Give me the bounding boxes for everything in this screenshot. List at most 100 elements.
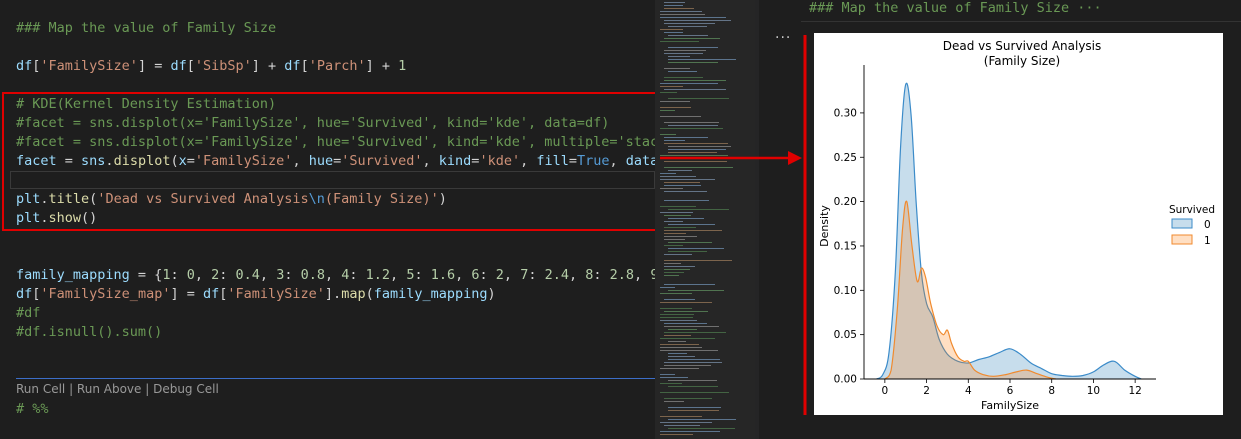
code-line[interactable]: # %% — [16, 400, 49, 419]
minimap-line — [660, 92, 677, 93]
minimap-line — [664, 221, 683, 222]
code-token: #df.isnull().sum() — [16, 324, 163, 340]
x-tick-label: 0 — [882, 385, 889, 397]
code-token: : — [528, 267, 545, 283]
minimap-line — [668, 242, 712, 243]
minimap-line — [668, 56, 690, 57]
code-token: 2 — [495, 267, 504, 283]
y-tick-label: 0.20 — [834, 196, 857, 208]
minimap-line — [660, 173, 676, 174]
minimap-line — [660, 344, 699, 345]
code-token: ) — [487, 286, 496, 302]
codelens-cell-actions[interactable]: Run Cell | Run Above | Debug Cell — [16, 381, 219, 397]
minimap-line — [664, 32, 683, 33]
minimap-line — [660, 434, 693, 435]
y-tick-label: 0.05 — [834, 329, 857, 341]
minimap-line — [668, 209, 729, 210]
code-token: [ — [300, 58, 309, 74]
legend-label-1: 1 — [1204, 235, 1211, 247]
code-token: [ — [186, 58, 195, 74]
x-tick-label: 12 — [1128, 385, 1141, 397]
output-divider — [801, 21, 1241, 22]
code-token: : — [479, 267, 496, 283]
code-line[interactable]: family_mapping = {1: 0, 2: 0.4, 3: 0.8, … — [16, 266, 655, 285]
minimap-line — [664, 5, 683, 6]
minimap-line — [660, 188, 683, 189]
minimap-line — [660, 416, 702, 417]
code-token: ] + — [251, 58, 285, 74]
minimap-line — [668, 218, 704, 219]
minimap-line — [660, 110, 675, 111]
code-token: ]. — [324, 286, 342, 302]
minimap-line — [664, 80, 726, 81]
minimap-line — [668, 359, 720, 360]
minimap-line — [660, 116, 701, 117]
minimap-line — [664, 260, 732, 261]
minimap-line — [664, 272, 684, 273]
legend: Survived 0 1 — [1169, 204, 1215, 247]
code-token: 'Parch' — [308, 58, 366, 74]
minimap-line — [664, 299, 695, 300]
x-tick-label: 8 — [1048, 385, 1055, 397]
code-token: ] + — [365, 58, 399, 74]
minimap-line — [668, 62, 718, 63]
code-token: family_mapping — [373, 286, 488, 302]
code-token: 1.2 — [365, 267, 391, 283]
code-line[interactable]: df['FamilySize_map'] = df['FamilySize'].… — [16, 285, 496, 304]
code-token: 'FamilySize' — [40, 58, 138, 74]
code-token: : — [284, 267, 301, 283]
y-axis-label: Density — [818, 205, 831, 247]
code-token: : — [349, 267, 366, 283]
minimap-line — [660, 176, 696, 177]
output-cell-header[interactable]: ### Map the value of Family Size ··· — [809, 0, 1102, 16]
minimap-line — [660, 392, 729, 393]
code-token: 'FamilySize' — [227, 286, 325, 302]
y-tick-label: 0.25 — [834, 152, 857, 164]
interactive-output-pane: ### Map the value of Family Size ··· ···… — [759, 0, 1241, 439]
minimap-line — [664, 236, 697, 237]
code-token: 0.8 — [300, 267, 325, 283]
code-token: , — [390, 267, 407, 283]
more-actions-icon[interactable]: ··· — [775, 30, 791, 46]
minimap-line — [664, 53, 703, 54]
minimap-line — [664, 161, 727, 162]
legend-swatch-0 — [1171, 218, 1193, 229]
code-token: ### Map the value of Family Size — [16, 20, 277, 36]
minimap-line — [668, 125, 718, 126]
minimap-line — [664, 398, 712, 399]
minimap-line — [664, 332, 726, 333]
minimap-line — [664, 143, 728, 144]
minimap-line — [668, 386, 718, 387]
minimap-line — [660, 134, 676, 135]
code-line[interactable]: #df.isnull().sum() — [16, 323, 162, 342]
minimap-line — [660, 293, 692, 294]
minimap-line — [660, 128, 723, 129]
code-token: : — [170, 267, 187, 283]
code-line[interactable]: df['FamilySize'] = df['SibSp'] + df['Par… — [16, 57, 406, 76]
minimap[interactable] — [655, 0, 755, 439]
code-token: , — [194, 267, 212, 283]
minimap-line — [664, 284, 715, 285]
minimap-line — [668, 224, 715, 225]
minimap-line — [668, 248, 724, 249]
code-token: , — [259, 267, 277, 283]
code-editor[interactable]: ### Map the value of Family Size df['Fami… — [0, 0, 655, 439]
minimap-line — [660, 383, 682, 384]
minimap-line — [668, 410, 719, 411]
code-token: 6 — [471, 267, 480, 283]
x-tick-label: 10 — [1087, 385, 1100, 397]
code-line[interactable]: #df — [16, 304, 40, 323]
code-token: : — [414, 267, 431, 283]
minimap-line — [668, 47, 718, 48]
minimap-line — [668, 149, 726, 150]
x-tick-label: 2 — [923, 385, 930, 397]
minimap-line — [660, 350, 718, 351]
plot-area: 0 2 4 6 8 10 12 0.00 0.05 0.10 0.15 0.20 0.25 0.30 — [834, 65, 1156, 397]
code-token: : — [593, 267, 610, 283]
code-token: #df — [16, 305, 41, 321]
minimap-line — [668, 356, 695, 357]
minimap-line — [660, 422, 712, 423]
code-token: 1.6 — [430, 267, 456, 283]
code-line[interactable]: ### Map the value of Family Size — [16, 19, 276, 38]
cell-separator — [16, 378, 655, 379]
